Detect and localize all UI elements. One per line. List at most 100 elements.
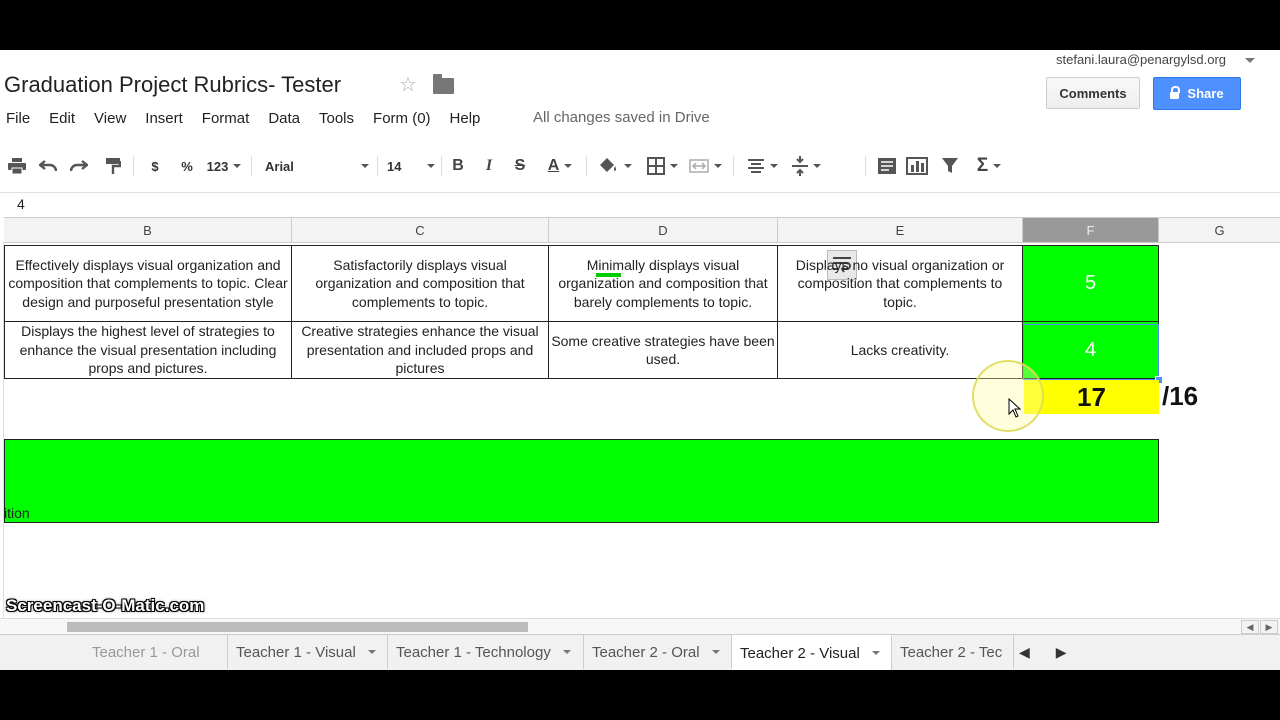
cell-c2[interactable]: Creative strategies enhance the visual p… [292,322,549,379]
menu-data[interactable]: Data [268,110,300,127]
document-title[interactable]: Graduation Project Rubrics- Tester [4,72,341,98]
vertical-align-button[interactable] [786,148,826,184]
share-button[interactable]: Share [1153,77,1241,110]
sheet-tab-label: Teacher 1 - Oral [92,643,200,661]
toolbar-divider [251,156,252,176]
selected-cell-outline [1023,324,1159,380]
comments-button[interactable]: Comments [1046,77,1140,109]
text-color-icon: A [547,157,560,174]
italic-button[interactable]: I [480,148,498,184]
menu-edit[interactable]: Edit [49,110,75,127]
fill-color-button[interactable] [594,148,634,184]
number-format-dropdown[interactable]: 123 [204,148,244,184]
sheet-tab-bar: Teacher 1 - Oral Teacher 1 - Visual Teac… [0,634,1280,670]
chevron-down-icon [993,164,1002,168]
cursor-highlight [972,360,1044,432]
sheet-tab-label: Teacher 2 - Visual [740,644,860,662]
account-email[interactable]: stefani.laura@penargylsd.org [1056,52,1226,67]
watermark: Screencast-O-Matic.com [6,596,205,615]
text-color-button[interactable]: A [540,148,580,184]
toolbar-divider [586,156,587,176]
chevron-down-icon [812,164,821,168]
insert-chart-icon[interactable] [905,148,929,184]
borders-icon [646,157,665,175]
cell-d2[interactable]: Some creative strategies have been used. [549,322,778,379]
save-status[interactable]: All changes saved in Drive [533,109,710,126]
merge-cells-button[interactable] [684,148,726,184]
cell-e1[interactable]: Displays no visual organization or compo… [778,245,1023,322]
filter-icon[interactable] [938,148,962,184]
toolbar-divider [377,156,378,176]
sheet-tab-label: Teacher 1 - Visual [236,643,356,661]
functions-button[interactable]: Σ [968,148,1010,184]
cell-c1[interactable]: Satisfactorily displays visual organizat… [292,245,549,322]
menu-help[interactable]: Help [450,110,481,127]
merged-green-cell[interactable] [4,439,1159,523]
toolbar-divider [133,156,134,176]
menu-bar: File Edit View Insert Format Data Tools … [0,106,493,130]
percent-format-button[interactable]: % [178,148,196,184]
column-header-d[interactable]: D [549,217,778,243]
column-header-g[interactable]: G [1159,217,1280,243]
folder-icon[interactable] [433,74,454,94]
chevron-down-icon [367,650,376,654]
menu-file[interactable]: File [6,110,30,127]
scroll-left-icon[interactable]: ◀ [1241,620,1259,634]
number-format-label: 123 [206,158,229,174]
star-icon[interactable]: ☆ [399,72,417,97]
paint-format-icon[interactable] [101,148,125,184]
sheet-tab[interactable]: Teacher 2 - Oral [584,635,732,669]
sigma-icon: Σ [976,155,989,176]
cell-b2[interactable]: Displays the highest level of strategies… [4,322,292,379]
cell-d1[interactable]: Minimally displays visual organization a… [549,245,778,322]
menu-tools[interactable]: Tools [319,110,354,127]
chevron-down-icon [564,164,573,168]
scrollbar-thumb[interactable] [67,622,528,632]
column-header-b[interactable]: B [4,217,292,243]
paint-bucket-icon [599,158,616,172]
chevron-down-icon [562,650,571,654]
column-header-c[interactable]: C [292,217,549,243]
undo-icon[interactable] [36,148,60,184]
font-size-label: 14 [387,158,402,174]
sheet-tab-active[interactable]: Teacher 2 - Visual [732,635,892,670]
bold-button[interactable]: B [449,148,467,184]
font-size-dropdown[interactable]: 14 [387,148,435,184]
horizontal-scrollbar[interactable]: ◀ ▶ [0,618,1280,635]
menu-view[interactable]: View [94,110,126,127]
next-sheet-icon[interactable]: ▶ [1056,644,1067,661]
insert-comment-icon[interactable] [875,148,899,184]
borders-button[interactable] [642,148,682,184]
formula-bar[interactable]: 4 [0,192,1280,217]
total-score-cell[interactable]: 17 [1024,380,1159,414]
chevron-down-icon [871,651,880,655]
sheet-tab[interactable]: Teacher 2 - Tec [892,635,1014,669]
currency-format-button[interactable]: $ [146,148,164,184]
chevron-down-icon [769,164,778,168]
menu-format[interactable]: Format [202,110,250,127]
strikethrough-button[interactable]: S [511,148,529,184]
sheet-tab[interactable]: Teacher 1 - Visual [228,635,388,669]
column-header-f[interactable]: F [1023,217,1159,243]
chevron-down-icon [361,164,369,168]
cell-b1[interactable]: Effectively displays visual organization… [4,245,292,322]
sheet-tab[interactable]: Teacher 1 - Oral [84,635,228,669]
mouse-cursor-icon [1008,398,1022,418]
total-out-of[interactable]: /16 [1162,381,1198,412]
scroll-right-icon[interactable]: ▶ [1260,620,1278,634]
column-header-e[interactable]: E [778,217,1023,243]
horizontal-align-button[interactable] [742,148,782,184]
cell-f1-score[interactable]: 5 [1023,245,1159,322]
font-family-dropdown[interactable]: Arial [265,148,369,184]
sheet-tab-navigation: ◀ ▶ [1019,635,1067,669]
chevron-down-icon [713,164,722,168]
sheet-tab[interactable]: Teacher 1 - Technology [388,635,584,669]
print-icon[interactable] [5,148,29,184]
previous-sheet-icon[interactable]: ◀ [1019,644,1030,661]
account-menu-chevron-icon[interactable] [1245,58,1255,63]
formula-value[interactable]: 4 [17,196,25,212]
menu-form[interactable]: Form (0) [373,110,431,127]
redo-icon[interactable] [67,148,91,184]
menu-insert[interactable]: Insert [145,110,183,127]
merged-cell-text: ition [4,505,30,521]
